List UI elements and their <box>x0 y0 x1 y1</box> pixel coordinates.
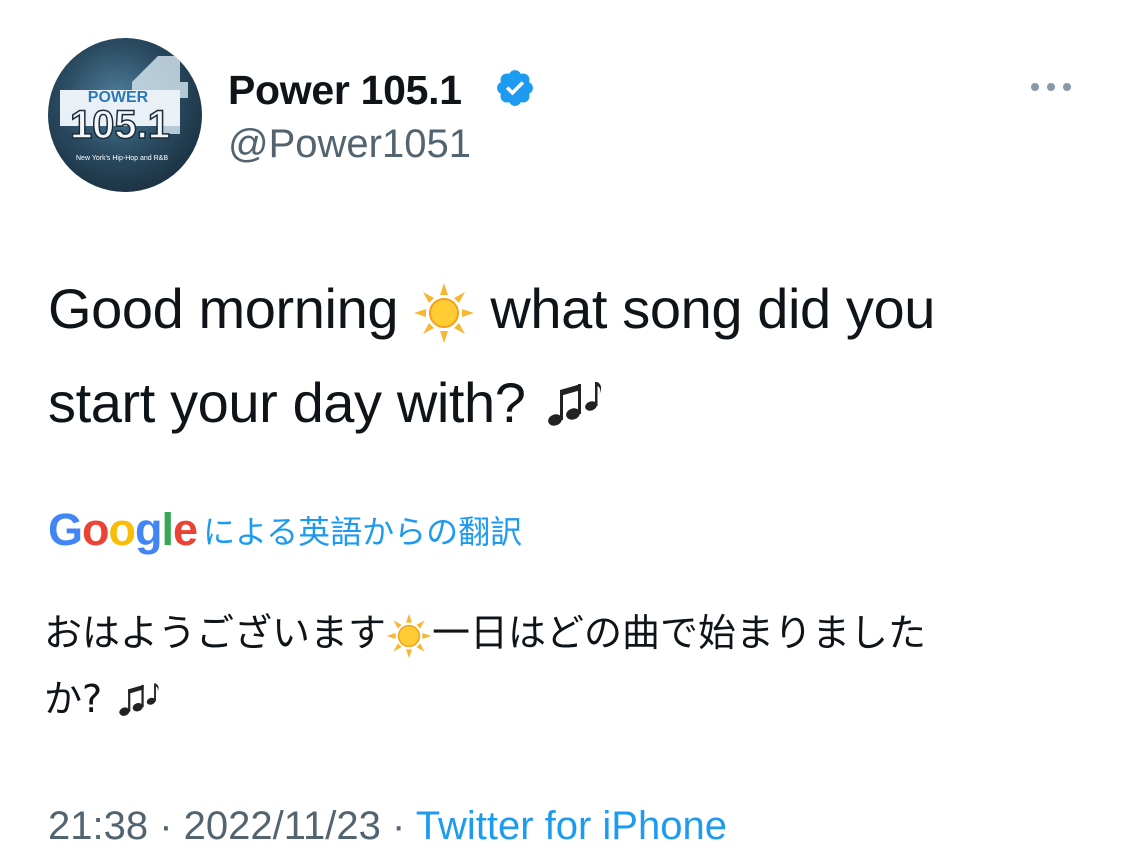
tweet-meta: 21:38 · 2022/11/23 · Twitter for iPhone <box>48 800 727 852</box>
tweet-line-2: start your day with? <box>48 356 1098 450</box>
tweet-source-link[interactable]: Twitter for iPhone <box>416 804 727 848</box>
sun-emoji-icon <box>386 613 432 658</box>
svg-text:105.1: 105.1 <box>70 103 170 147</box>
translated-text: おはようございます 一日はどの曲で始まりました か? <box>44 600 1084 732</box>
author-handle[interactable]: @Power1051 <box>228 120 471 168</box>
svg-text:New York's Hip-Hop and R&B: New York's Hip-Hop and R&B <box>76 155 168 162</box>
translation-header[interactable]: Google による英語からの翻訳 <box>48 504 522 564</box>
author-display-name[interactable]: Power 105.1 <box>228 66 462 114</box>
sun-emoji-icon <box>414 283 475 344</box>
more-horizontal-icon[interactable] <box>1028 74 1074 100</box>
google-logo-letter: o <box>108 504 136 555</box>
google-logo-letter: g <box>135 504 162 555</box>
power-1051-logo: POWER 105.1 New York's Hip-Hop and R&B <box>60 56 188 162</box>
meta-separator: · <box>148 804 184 848</box>
meta-separator: · <box>380 804 416 848</box>
music-notes-emoji-icon <box>547 382 601 426</box>
google-logo-letter: e <box>173 504 198 555</box>
google-logo-letter: l <box>161 504 174 555</box>
google-logo-letter: o <box>82 504 109 555</box>
tweet-text: Good morning what song did you start you… <box>48 262 1098 450</box>
translated-line-1: おはようございます 一日はどの曲で始まりました <box>44 600 1084 666</box>
tweet-line-1: Good morning what song did you <box>48 262 1098 356</box>
tweet-date[interactable]: 2022/11/23 <box>184 804 381 848</box>
google-logo: Google <box>48 504 198 555</box>
music-notes-emoji-icon <box>119 682 159 716</box>
translated-line-2: か? <box>44 666 1084 732</box>
translation-label[interactable]: による英語からの翻訳 <box>203 513 522 551</box>
tweet-time[interactable]: 21:38 <box>48 804 148 848</box>
verified-badge-icon <box>497 70 533 106</box>
google-logo-letter: G <box>48 504 83 555</box>
avatar[interactable]: POWER 105.1 New York's Hip-Hop and R&B <box>48 38 202 192</box>
